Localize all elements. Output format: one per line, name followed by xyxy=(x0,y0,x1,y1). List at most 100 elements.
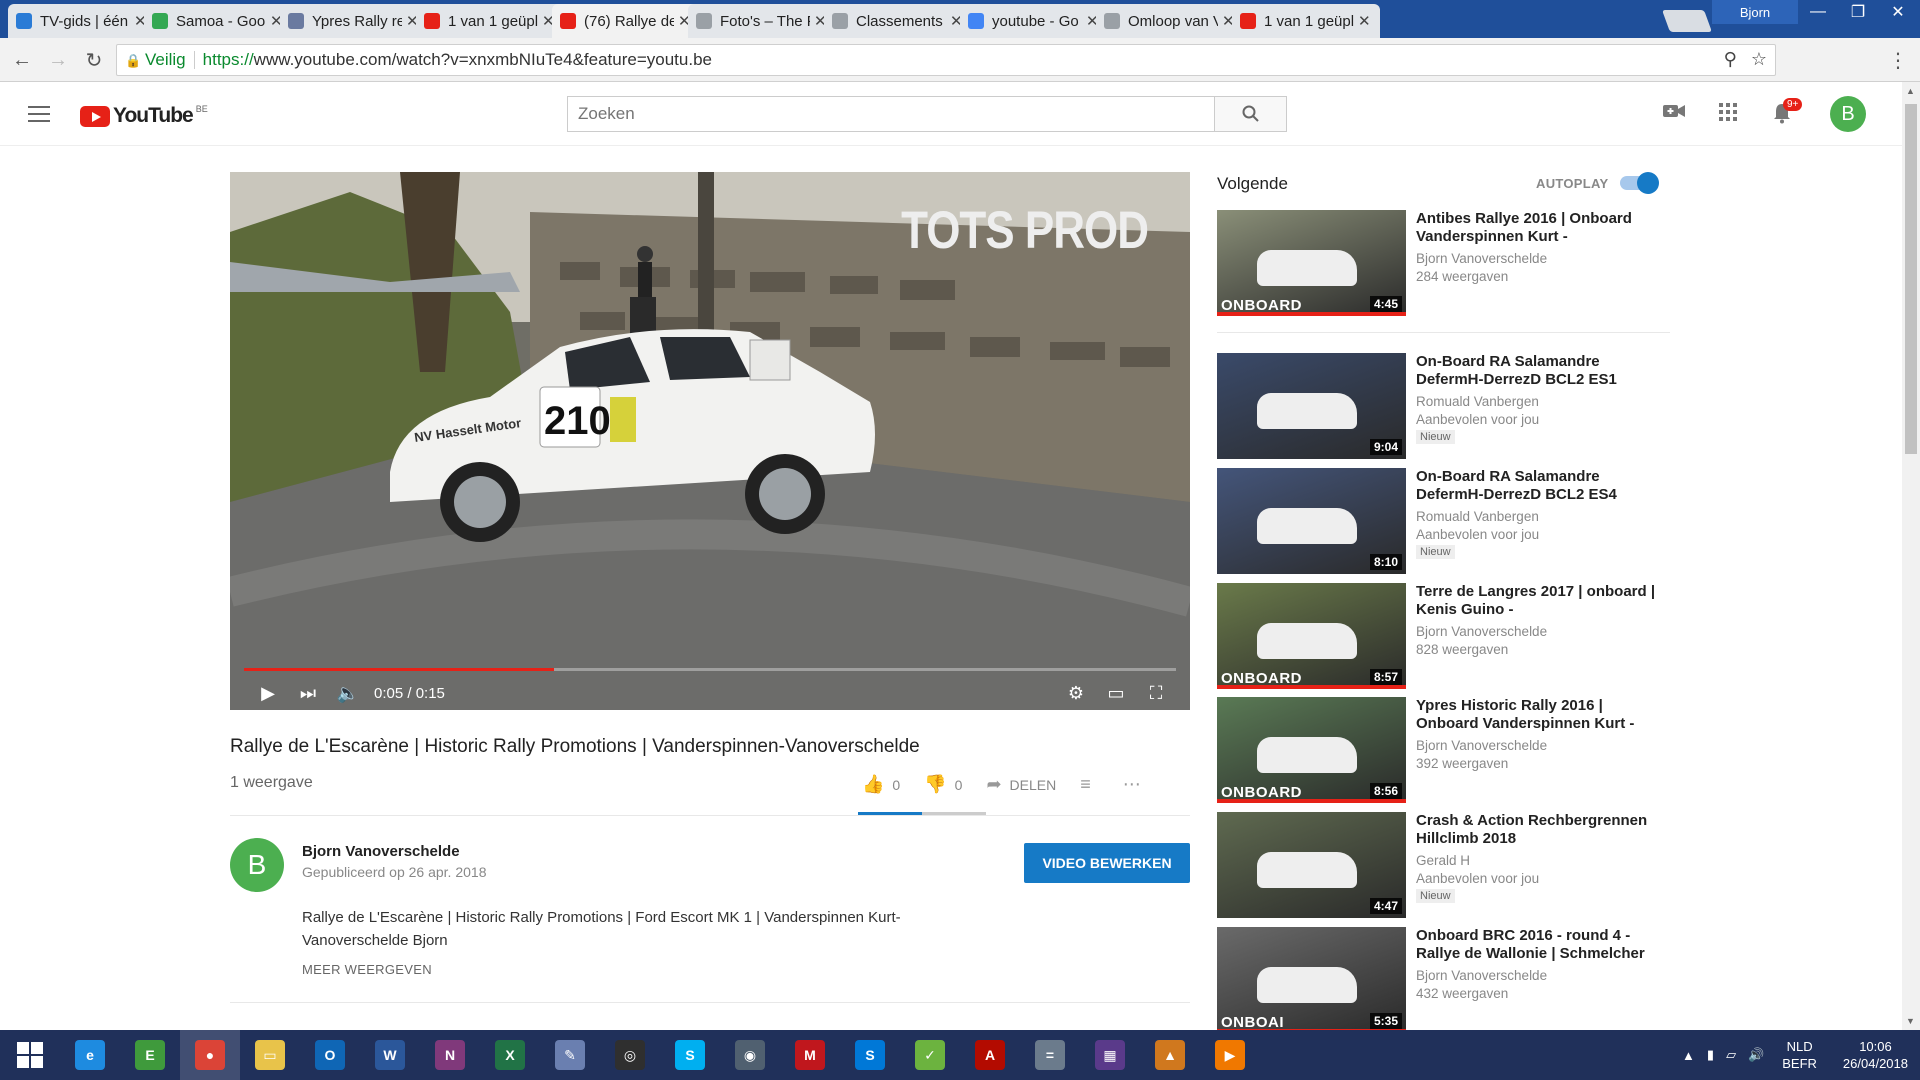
add-to-playlist-button[interactable]: ≡ xyxy=(1080,774,1099,795)
language-indicator[interactable]: NLD BEFR xyxy=(1782,1038,1817,1072)
window-user-label[interactable]: Bjorn xyxy=(1712,0,1798,24)
taskbar-app-ie[interactable]: e xyxy=(60,1030,120,1080)
address-bar[interactable]: 🔒 Veilig https://www.youtube.com/watch?v… xyxy=(116,44,1776,76)
fullscreen-icon[interactable]: ⛶ xyxy=(1136,683,1176,704)
more-actions-button[interactable]: ⋯ xyxy=(1123,774,1149,795)
clock[interactable]: 10:06 26/04/2018 xyxy=(1843,1038,1908,1072)
settings-gear-icon[interactable]: ⚙ xyxy=(1056,683,1096,704)
dislike-button[interactable]: 👎 0 xyxy=(924,774,962,795)
next-icon[interactable]: ⏭ xyxy=(288,683,328,704)
youtube-logo[interactable]: YouTube BE xyxy=(80,104,208,128)
volume-icon[interactable]: 🔈 xyxy=(328,683,368,704)
taskbar-app-onenote[interactable]: N xyxy=(420,1030,480,1080)
taskbar-app-skype[interactable]: S xyxy=(660,1030,720,1080)
taskbar-app-acrobat[interactable]: A xyxy=(960,1030,1020,1080)
back-icon[interactable]: ← xyxy=(8,46,36,74)
video-thumbnail[interactable]: ONBOARD 8:57 xyxy=(1217,583,1406,689)
taskbar-app-word[interactable]: W xyxy=(360,1030,420,1080)
like-button[interactable]: 👍 0 xyxy=(862,774,900,795)
tab-close-icon[interactable]: ✕ xyxy=(1358,12,1372,30)
browser-tab[interactable]: Ypres Rally re ✕ xyxy=(280,4,428,38)
recommended-video-item[interactable]: 8:10 On-Board RA Salamandre DefermH-Derre… xyxy=(1217,468,1670,574)
browser-tab[interactable]: 1 van 1 geüpl ✕ xyxy=(416,4,564,38)
recommended-video-item[interactable]: ONBOARD 8:56 Ypres Historic Rally 2016 | O… xyxy=(1217,697,1670,803)
taskbar-app-color[interactable]: ▦ xyxy=(1080,1030,1140,1080)
show-hidden-icons[interactable]: ▲ xyxy=(1682,1048,1695,1063)
start-button[interactable] xyxy=(0,1030,60,1080)
video-thumbnail[interactable]: ONBOARD 4:45 xyxy=(1217,210,1406,316)
search-button[interactable] xyxy=(1214,97,1286,131)
recommended-title[interactable]: Antibes Rallye 2016 | Onboard Vanderspin… xyxy=(1416,210,1666,246)
recommended-title[interactable]: On-Board RA Salamandre DefermH-DerrezD B… xyxy=(1416,353,1666,389)
taskbar-app-calculator[interactable]: = xyxy=(1020,1030,1080,1080)
theater-mode-icon[interactable]: ▭ xyxy=(1096,683,1136,704)
taskbar-app-evernote[interactable]: E xyxy=(120,1030,180,1080)
video-thumbnail[interactable]: 8:10 xyxy=(1217,468,1406,574)
browser-tab[interactable]: 1 van 1 geüpl ✕ xyxy=(1232,4,1380,38)
scroll-up-icon[interactable]: ▲ xyxy=(1906,86,1915,96)
video-thumbnail[interactable]: ONBOARD 8:56 xyxy=(1217,697,1406,803)
taskbar-app-media[interactable]: ▶ xyxy=(1200,1030,1260,1080)
close-window-icon[interactable]: ✕ xyxy=(1878,0,1918,24)
taskbar-app-explorer[interactable]: ▭ xyxy=(240,1030,300,1080)
video-thumbnail[interactable]: 4:47 xyxy=(1217,812,1406,918)
taskbar-app-mcafee[interactable]: M xyxy=(780,1030,840,1080)
taskbar-app-notes[interactable]: ✓ xyxy=(900,1030,960,1080)
show-more-link[interactable]: MEER WEERGEVEN xyxy=(302,962,432,977)
browser-tab[interactable]: youtube - Go ✕ xyxy=(960,4,1108,38)
recommended-title[interactable]: Onboard BRC 2016 - round 4 - Rallye de W… xyxy=(1416,927,1666,963)
apps-grid-icon[interactable] xyxy=(1718,102,1738,128)
scroll-down-icon[interactable]: ▼ xyxy=(1906,1016,1915,1026)
taskbar-app-paint[interactable]: ✎ xyxy=(540,1030,600,1080)
battery-icon[interactable]: ▮ xyxy=(1707,1047,1714,1063)
taskbar-app-excel[interactable]: X xyxy=(480,1030,540,1080)
zoom-icon[interactable]: ⚲ xyxy=(1724,49,1737,70)
video-player[interactable]: 210 NV Hasselt Motor TOTS PROD ▶ ⏭ 🔈 0:0… xyxy=(230,172,1190,710)
scroll-thumb[interactable] xyxy=(1905,104,1917,454)
recommended-title[interactable]: Ypres Historic Rally 2016 | Onboard Vand… xyxy=(1416,697,1666,733)
upload-video-icon[interactable] xyxy=(1662,102,1686,126)
speaker-icon[interactable]: 🔊 xyxy=(1748,1047,1764,1063)
browser-tab[interactable]: Omloop van V ✕ xyxy=(1096,4,1244,38)
edit-video-button[interactable]: VIDEO BEWERKEN xyxy=(1024,843,1190,883)
browser-menu-icon[interactable]: ⋮ xyxy=(1888,48,1908,73)
signal-icon[interactable]: ▱ xyxy=(1726,1047,1736,1063)
reload-icon[interactable]: ↻ xyxy=(80,46,108,74)
recommended-title[interactable]: Crash & Action Rechbergrennen Hillclimb … xyxy=(1416,812,1666,848)
video-thumbnail[interactable]: 9:04 xyxy=(1217,353,1406,459)
browser-tab[interactable]: Samoa - Goo ✕ xyxy=(144,4,292,38)
play-icon[interactable]: ▶ xyxy=(248,683,288,704)
browser-tab[interactable]: Foto's – The F ✕ xyxy=(688,4,836,38)
taskbar-app-skype-business[interactable]: S xyxy=(840,1030,900,1080)
taskbar-app-files[interactable]: ▲ xyxy=(1140,1030,1200,1080)
progress-bar[interactable] xyxy=(244,668,1176,671)
taskbar-app-chrome[interactable]: ● xyxy=(180,1030,240,1080)
recommended-video-item[interactable]: 4:47 Crash & Action Rechbergrennen Hillcl… xyxy=(1217,812,1670,918)
channel-name[interactable]: Bjorn Vanoverschelde xyxy=(302,843,460,860)
minimize-icon[interactable]: — xyxy=(1798,0,1838,24)
taskbar-app-outlook[interactable]: O xyxy=(300,1030,360,1080)
share-button[interactable]: ➦ DELEN xyxy=(986,774,1056,795)
forward-icon[interactable]: → xyxy=(44,46,72,74)
recommended-title[interactable]: Terre de Langres 2017 | onboard | Kenis … xyxy=(1416,583,1666,619)
browser-tab[interactable]: (76) Rallye de ✕ xyxy=(552,4,700,38)
new-tab-button[interactable] xyxy=(1661,10,1713,32)
page-scrollbar[interactable]: ▲ ▼ xyxy=(1902,82,1920,1030)
recommended-video-item[interactable]: ONBOAI 5:35 Onboard BRC 2016 - round 4 - R… xyxy=(1217,927,1670,1033)
browser-tab[interactable]: Classements ✕ xyxy=(824,4,972,38)
guide-menu-icon[interactable] xyxy=(28,106,50,122)
taskbar-app-sync[interactable]: ◎ xyxy=(600,1030,660,1080)
browser-tab[interactable]: TV-gids | één ✕ xyxy=(8,4,156,38)
account-avatar[interactable]: B xyxy=(1830,96,1866,132)
video-thumbnail[interactable]: ONBOAI 5:35 xyxy=(1217,927,1406,1033)
recommended-video-item[interactable]: ONBOARD 8:57 Terre de Langres 2017 | onboa… xyxy=(1217,583,1670,689)
recommended-title[interactable]: On-Board RA Salamandre DefermH-DerrezD B… xyxy=(1416,468,1666,504)
autoplay-toggle[interactable] xyxy=(1620,172,1659,194)
search-input[interactable] xyxy=(568,97,1214,131)
bookmark-star-icon[interactable]: ☆ xyxy=(1751,49,1767,70)
taskbar-app-network[interactable]: ◉ xyxy=(720,1030,780,1080)
recommended-video-item[interactable]: ONBOARD 4:45 Antibes Rallye 2016 | Onboard… xyxy=(1217,210,1670,316)
recommended-video-item[interactable]: 9:04 On-Board RA Salamandre DefermH-Derre… xyxy=(1217,353,1670,459)
channel-avatar[interactable]: B xyxy=(230,838,284,892)
maximize-icon[interactable]: ❐ xyxy=(1838,0,1878,24)
